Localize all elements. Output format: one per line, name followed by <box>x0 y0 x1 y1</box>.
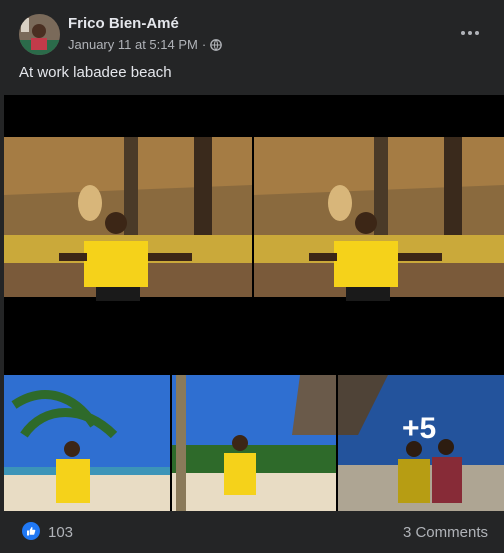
photo-4[interactable] <box>172 345 336 511</box>
meta-separator: · <box>201 37 207 52</box>
author-name[interactable]: Frico Bien-Amé <box>68 15 179 32</box>
post-header: Frico Bien-Amé January 11 at 5:14 PM · <box>0 0 504 60</box>
reaction-count[interactable]: 103 <box>48 524 73 541</box>
globe-icon <box>210 38 223 51</box>
more-options-icon[interactable] <box>456 21 484 45</box>
avatar[interactable] <box>19 14 60 55</box>
post-caption: At work labadee beach <box>19 64 172 81</box>
post-meta: January 11 at 5:14 PM · <box>68 37 223 52</box>
photo-2[interactable] <box>254 95 504 343</box>
photo-1[interactable] <box>4 95 252 343</box>
more-photos-count[interactable]: +5 <box>402 412 436 446</box>
photo-grid <box>4 95 504 511</box>
post-timestamp[interactable]: January 11 at 5:14 PM <box>68 37 198 52</box>
comments-link[interactable]: 3 Comments <box>403 524 488 541</box>
like-thumb-icon[interactable] <box>22 522 40 540</box>
photo-3[interactable] <box>4 345 170 511</box>
